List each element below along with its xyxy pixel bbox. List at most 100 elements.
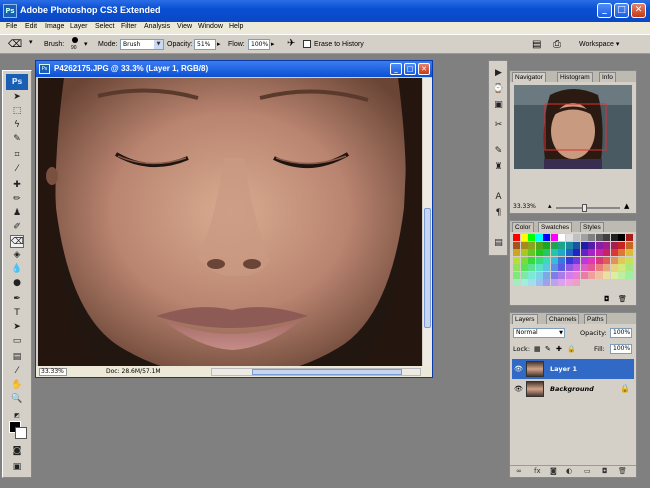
swatch[interactable] bbox=[625, 256, 633, 264]
swatch[interactable] bbox=[588, 234, 595, 241]
link-layers-icon[interactable]: ∞ bbox=[516, 467, 522, 475]
new-swatch-icon[interactable]: ◘ bbox=[604, 295, 610, 303]
swatch[interactable] bbox=[580, 264, 588, 271]
swatch[interactable] bbox=[595, 271, 603, 279]
swatch[interactable] bbox=[618, 271, 625, 279]
swatch[interactable] bbox=[603, 249, 610, 256]
swatch[interactable] bbox=[513, 256, 520, 264]
menu-help[interactable]: Help bbox=[229, 23, 243, 30]
flow-field[interactable]: 100% bbox=[248, 39, 270, 50]
swatch[interactable] bbox=[550, 249, 558, 256]
menu-window[interactable]: Window bbox=[198, 23, 223, 30]
swatch[interactable] bbox=[558, 279, 565, 286]
swatch[interactable] bbox=[550, 241, 558, 249]
swatch[interactable] bbox=[625, 271, 633, 279]
type-tool-icon[interactable]: T bbox=[10, 307, 24, 320]
swatch[interactable] bbox=[528, 271, 535, 279]
layer-opacity-field[interactable]: 100% bbox=[610, 328, 632, 338]
delete-swatch-icon[interactable]: 🗑 bbox=[618, 295, 627, 303]
visibility-eye-icon[interactable]: 👁 bbox=[514, 385, 523, 393]
swatch[interactable] bbox=[603, 241, 610, 249]
tab-navigator[interactable]: Navigator bbox=[512, 72, 546, 82]
swatch[interactable] bbox=[520, 271, 528, 279]
lock-all-icon[interactable]: 🔒 bbox=[567, 345, 576, 353]
palette-well-icon[interactable]: ▤ bbox=[532, 39, 541, 50]
fill-field[interactable]: 100% bbox=[610, 344, 632, 354]
workspace-menu[interactable]: Workspace ▾ bbox=[579, 40, 619, 48]
actions-panel-icon[interactable]: ▶ bbox=[492, 67, 505, 80]
swatch[interactable] bbox=[580, 241, 588, 249]
tab-info[interactable]: Info bbox=[599, 72, 616, 82]
swatch[interactable] bbox=[610, 249, 618, 256]
swatch[interactable] bbox=[528, 256, 535, 264]
swatch[interactable] bbox=[535, 256, 543, 264]
swatch[interactable] bbox=[603, 271, 610, 279]
swatch[interactable] bbox=[595, 241, 603, 249]
swatch[interactable] bbox=[513, 249, 520, 256]
zoom-field[interactable]: 33.33% bbox=[39, 368, 67, 376]
brush-picker-chevron-icon[interactable]: ▾ bbox=[84, 40, 88, 48]
swatch[interactable] bbox=[520, 249, 528, 256]
swatch[interactable] bbox=[610, 264, 618, 271]
tab-layers[interactable]: Layers bbox=[512, 314, 538, 324]
brush-preview-icon[interactable] bbox=[72, 37, 78, 43]
menu-select[interactable]: Select bbox=[95, 23, 114, 30]
swatch[interactable] bbox=[543, 256, 550, 264]
swatch[interactable] bbox=[558, 256, 565, 264]
eyedropper-3d-tool-icon[interactable]: ⁄ bbox=[10, 365, 24, 378]
opacity-chevron-icon[interactable]: ▸ bbox=[217, 40, 221, 48]
swatch[interactable] bbox=[513, 279, 520, 286]
swatch[interactable] bbox=[535, 264, 543, 271]
zoom-out-icon[interactable]: ▴ bbox=[548, 202, 552, 210]
layer-row-layer-1[interactable]: 👁 Layer 1 bbox=[512, 359, 634, 379]
close-button[interactable]: ✕ bbox=[631, 3, 646, 18]
chevron-down-icon[interactable]: ▾ bbox=[29, 38, 33, 46]
swatch[interactable] bbox=[573, 279, 580, 286]
character-panel-icon[interactable]: A bbox=[492, 191, 505, 204]
brushes-panel-icon[interactable]: ✎ bbox=[492, 145, 505, 158]
swatch-grid[interactable] bbox=[513, 234, 633, 287]
navigator-zoom-knob[interactable] bbox=[582, 204, 587, 212]
lock-image-icon[interactable]: ✎ bbox=[545, 345, 551, 353]
tab-histogram[interactable]: Histogram bbox=[557, 72, 593, 82]
swatch[interactable] bbox=[550, 279, 558, 286]
dodge-tool-icon[interactable]: ● bbox=[10, 277, 24, 290]
swatch[interactable] bbox=[520, 256, 528, 264]
clone-stamp-tool-icon[interactable]: ♟ bbox=[10, 207, 24, 220]
swatch[interactable] bbox=[565, 256, 573, 264]
swatch[interactable] bbox=[528, 249, 535, 256]
quick-mask-icon[interactable]: ◙ bbox=[10, 445, 24, 458]
minimize-button[interactable]: _ bbox=[597, 3, 612, 18]
document-close-button[interactable]: ✕ bbox=[418, 63, 430, 75]
swatch[interactable] bbox=[535, 279, 543, 286]
new-layer-icon[interactable]: ◘ bbox=[602, 467, 608, 475]
animation-panel-icon[interactable]: ▣ bbox=[492, 99, 505, 112]
menu-layer[interactable]: Layer bbox=[70, 23, 88, 30]
swatch[interactable] bbox=[535, 234, 543, 241]
swatch[interactable] bbox=[580, 256, 588, 264]
tool-presets-icon[interactable]: ✂ bbox=[492, 119, 505, 132]
swatch[interactable] bbox=[588, 264, 595, 271]
swatch[interactable] bbox=[610, 256, 618, 264]
new-group-icon[interactable]: ▭ bbox=[584, 467, 591, 475]
swatch[interactable] bbox=[625, 249, 633, 256]
tab-swatches[interactable]: Swatches bbox=[538, 222, 573, 232]
layer-row-background[interactable]: 👁 Background 🔒 bbox=[512, 379, 634, 399]
erase-history-checkbox[interactable] bbox=[303, 40, 311, 48]
go-to-bridge-icon[interactable]: ⎙ bbox=[553, 39, 561, 50]
path-selection-tool-icon[interactable]: ➤ bbox=[10, 321, 24, 334]
swatch[interactable] bbox=[543, 271, 550, 279]
swatch[interactable] bbox=[520, 234, 528, 241]
swatch[interactable] bbox=[625, 234, 633, 241]
swatch[interactable] bbox=[565, 271, 573, 279]
swatch[interactable] bbox=[528, 264, 535, 271]
swatch[interactable] bbox=[588, 256, 595, 264]
brush-tool-icon[interactable]: ✏ bbox=[10, 193, 24, 206]
crop-tool-icon[interactable]: ⌗ bbox=[10, 149, 24, 162]
image-canvas[interactable] bbox=[38, 78, 422, 366]
screen-mode-icon[interactable]: ▣ bbox=[10, 461, 24, 474]
menu-filter[interactable]: Filter bbox=[121, 23, 137, 30]
swatch[interactable] bbox=[625, 264, 633, 271]
horizontal-scroll-thumb[interactable] bbox=[252, 369, 402, 375]
swatch[interactable] bbox=[610, 234, 618, 241]
